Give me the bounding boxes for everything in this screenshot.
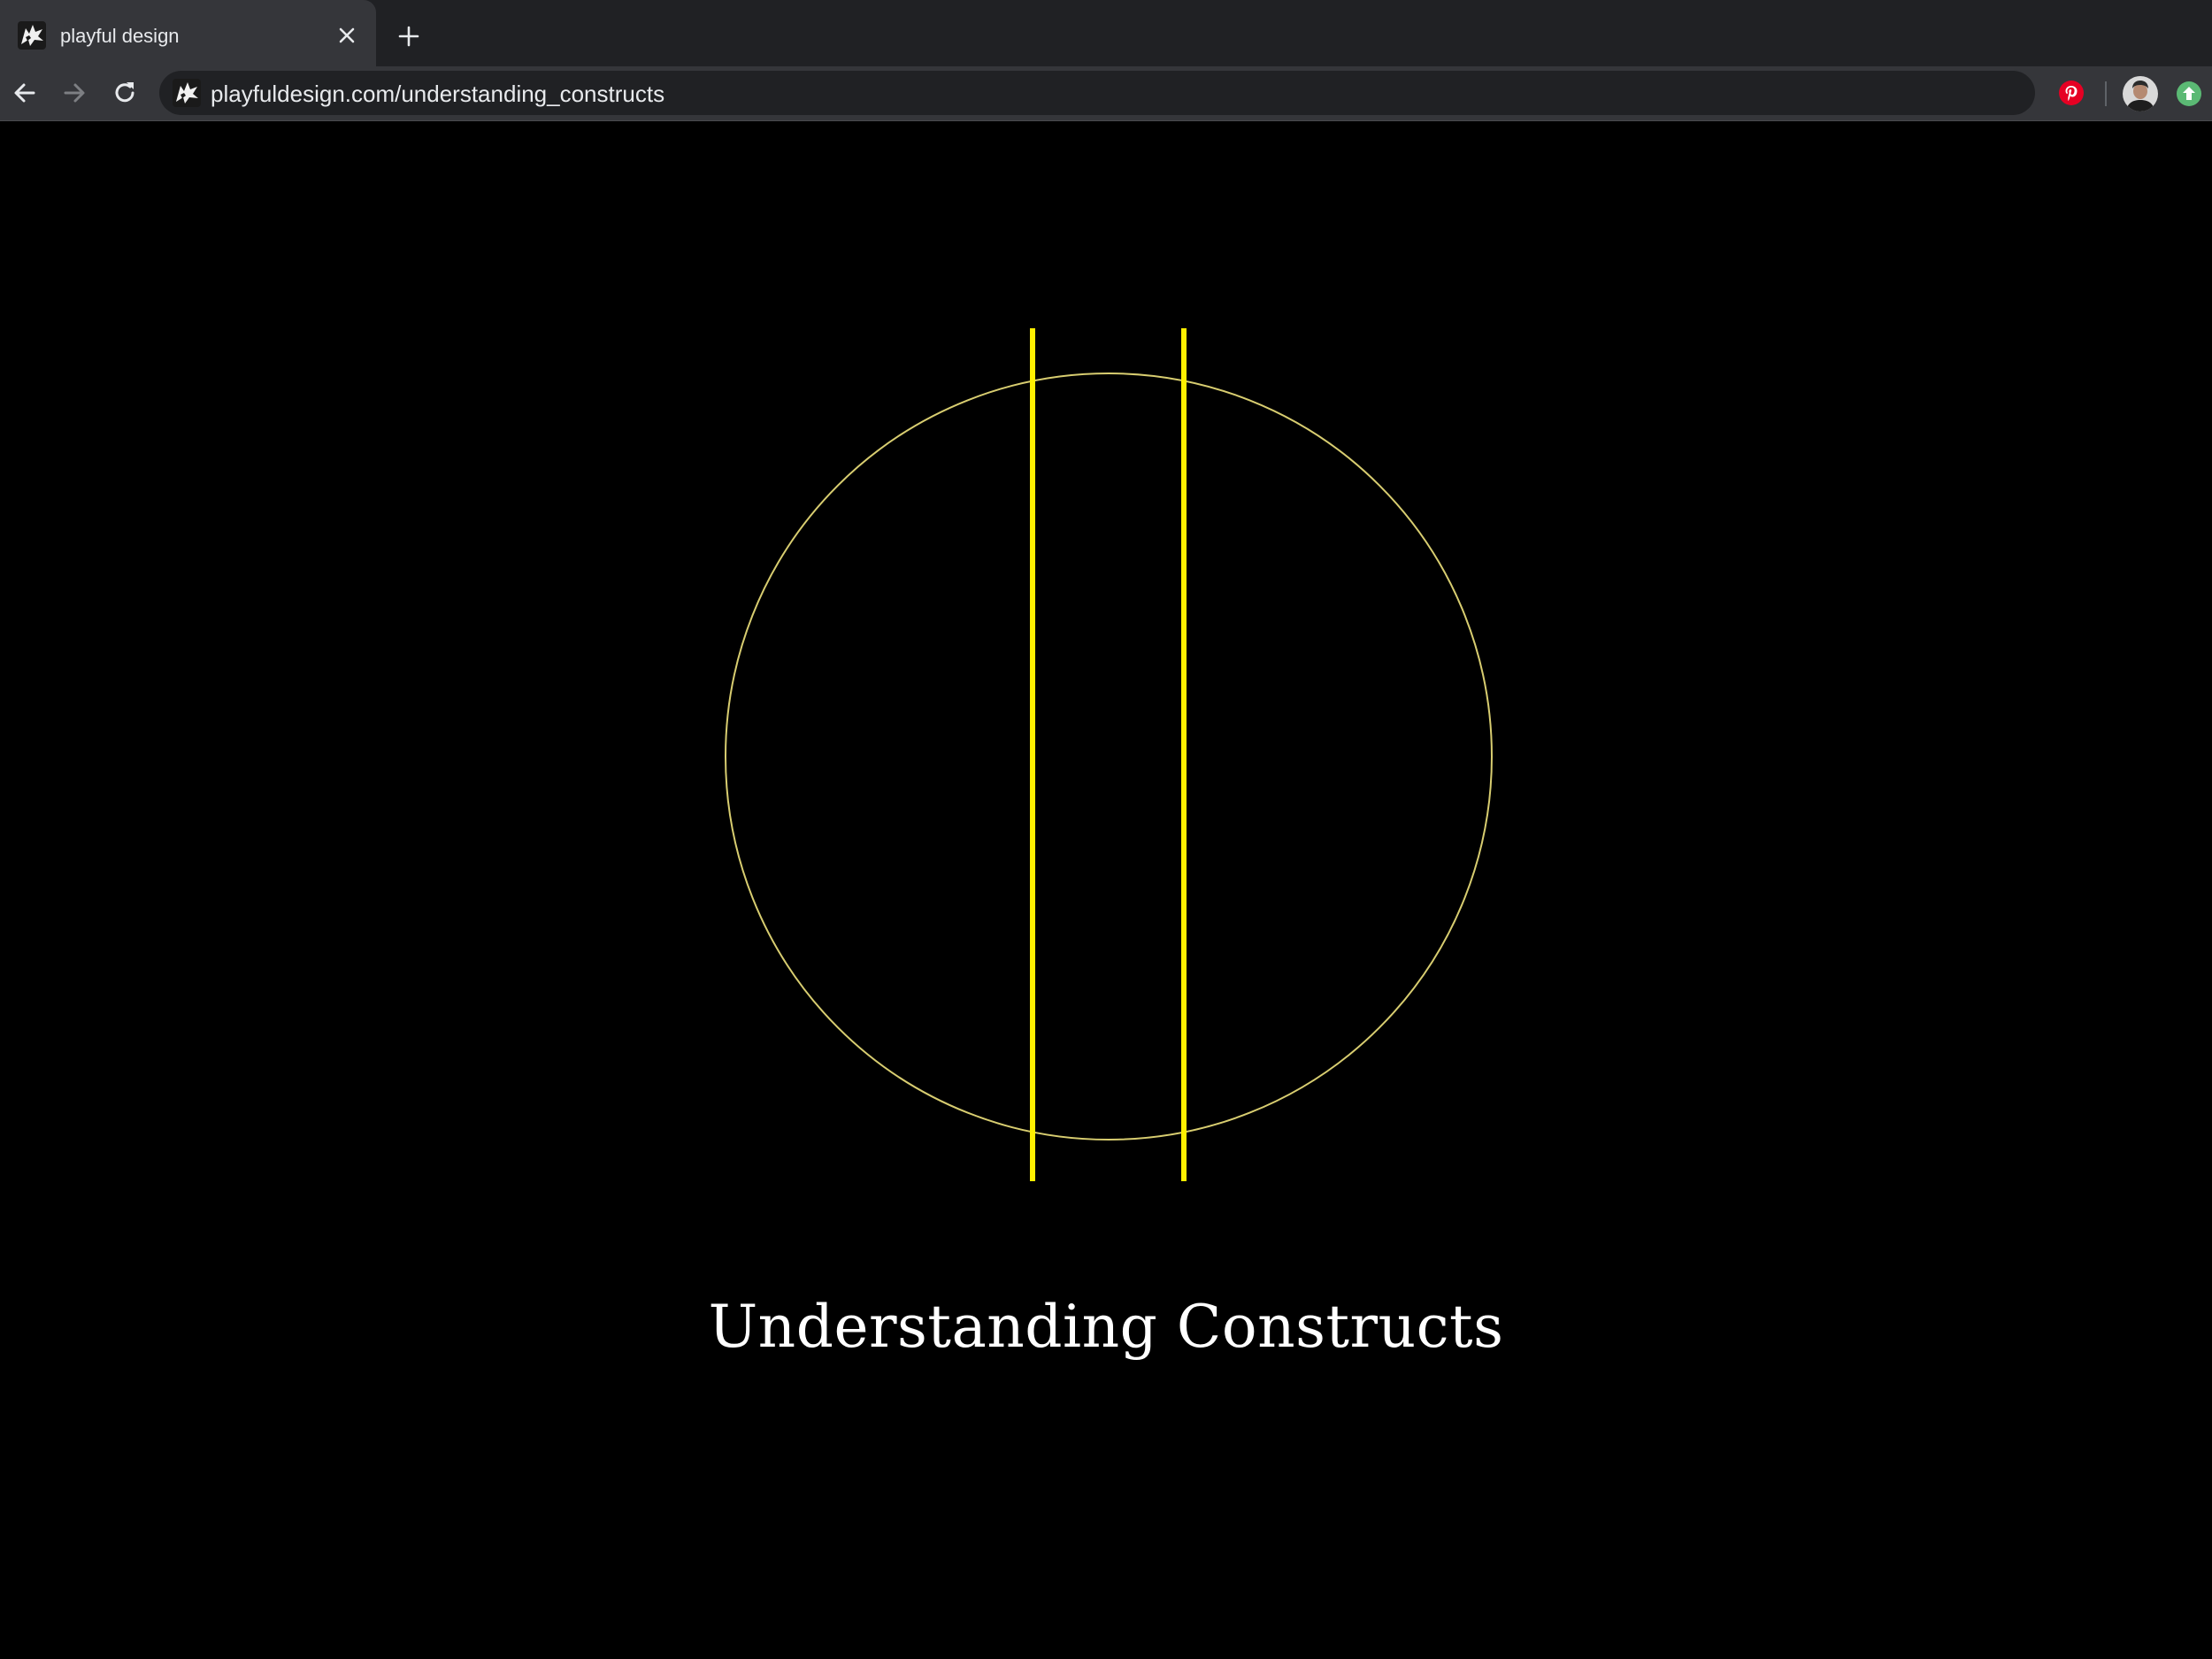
browser-window: playful design playfuldesign.com/underst… — [0, 0, 2212, 1659]
page-title: Understanding Constructs — [708, 1293, 1504, 1361]
reload-icon[interactable] — [110, 78, 140, 108]
address-bar-url[interactable]: playfuldesign.com/understanding_construc… — [211, 81, 664, 108]
constructs-illustration — [725, 328, 1493, 1181]
tab-title: playful design — [60, 25, 180, 47]
construct-circle — [725, 373, 1493, 1141]
avatar[interactable] — [2123, 76, 2158, 111]
update-available-icon[interactable] — [2177, 81, 2201, 106]
plus-icon[interactable] — [397, 25, 420, 48]
wolf-logo-icon — [173, 79, 201, 107]
arrow-left-icon[interactable] — [10, 78, 40, 108]
pinterest-icon[interactable] — [2059, 81, 2084, 105]
active-tab[interactable]: playful design — [0, 0, 376, 66]
wolf-logo-icon — [18, 21, 46, 50]
toolbar-separator — [2105, 81, 2107, 106]
page-content: Understanding Constructs — [0, 121, 2212, 1659]
tab-strip: playful design — [0, 0, 2212, 66]
close-icon[interactable] — [336, 25, 357, 46]
arrow-right-icon[interactable] — [59, 78, 89, 108]
